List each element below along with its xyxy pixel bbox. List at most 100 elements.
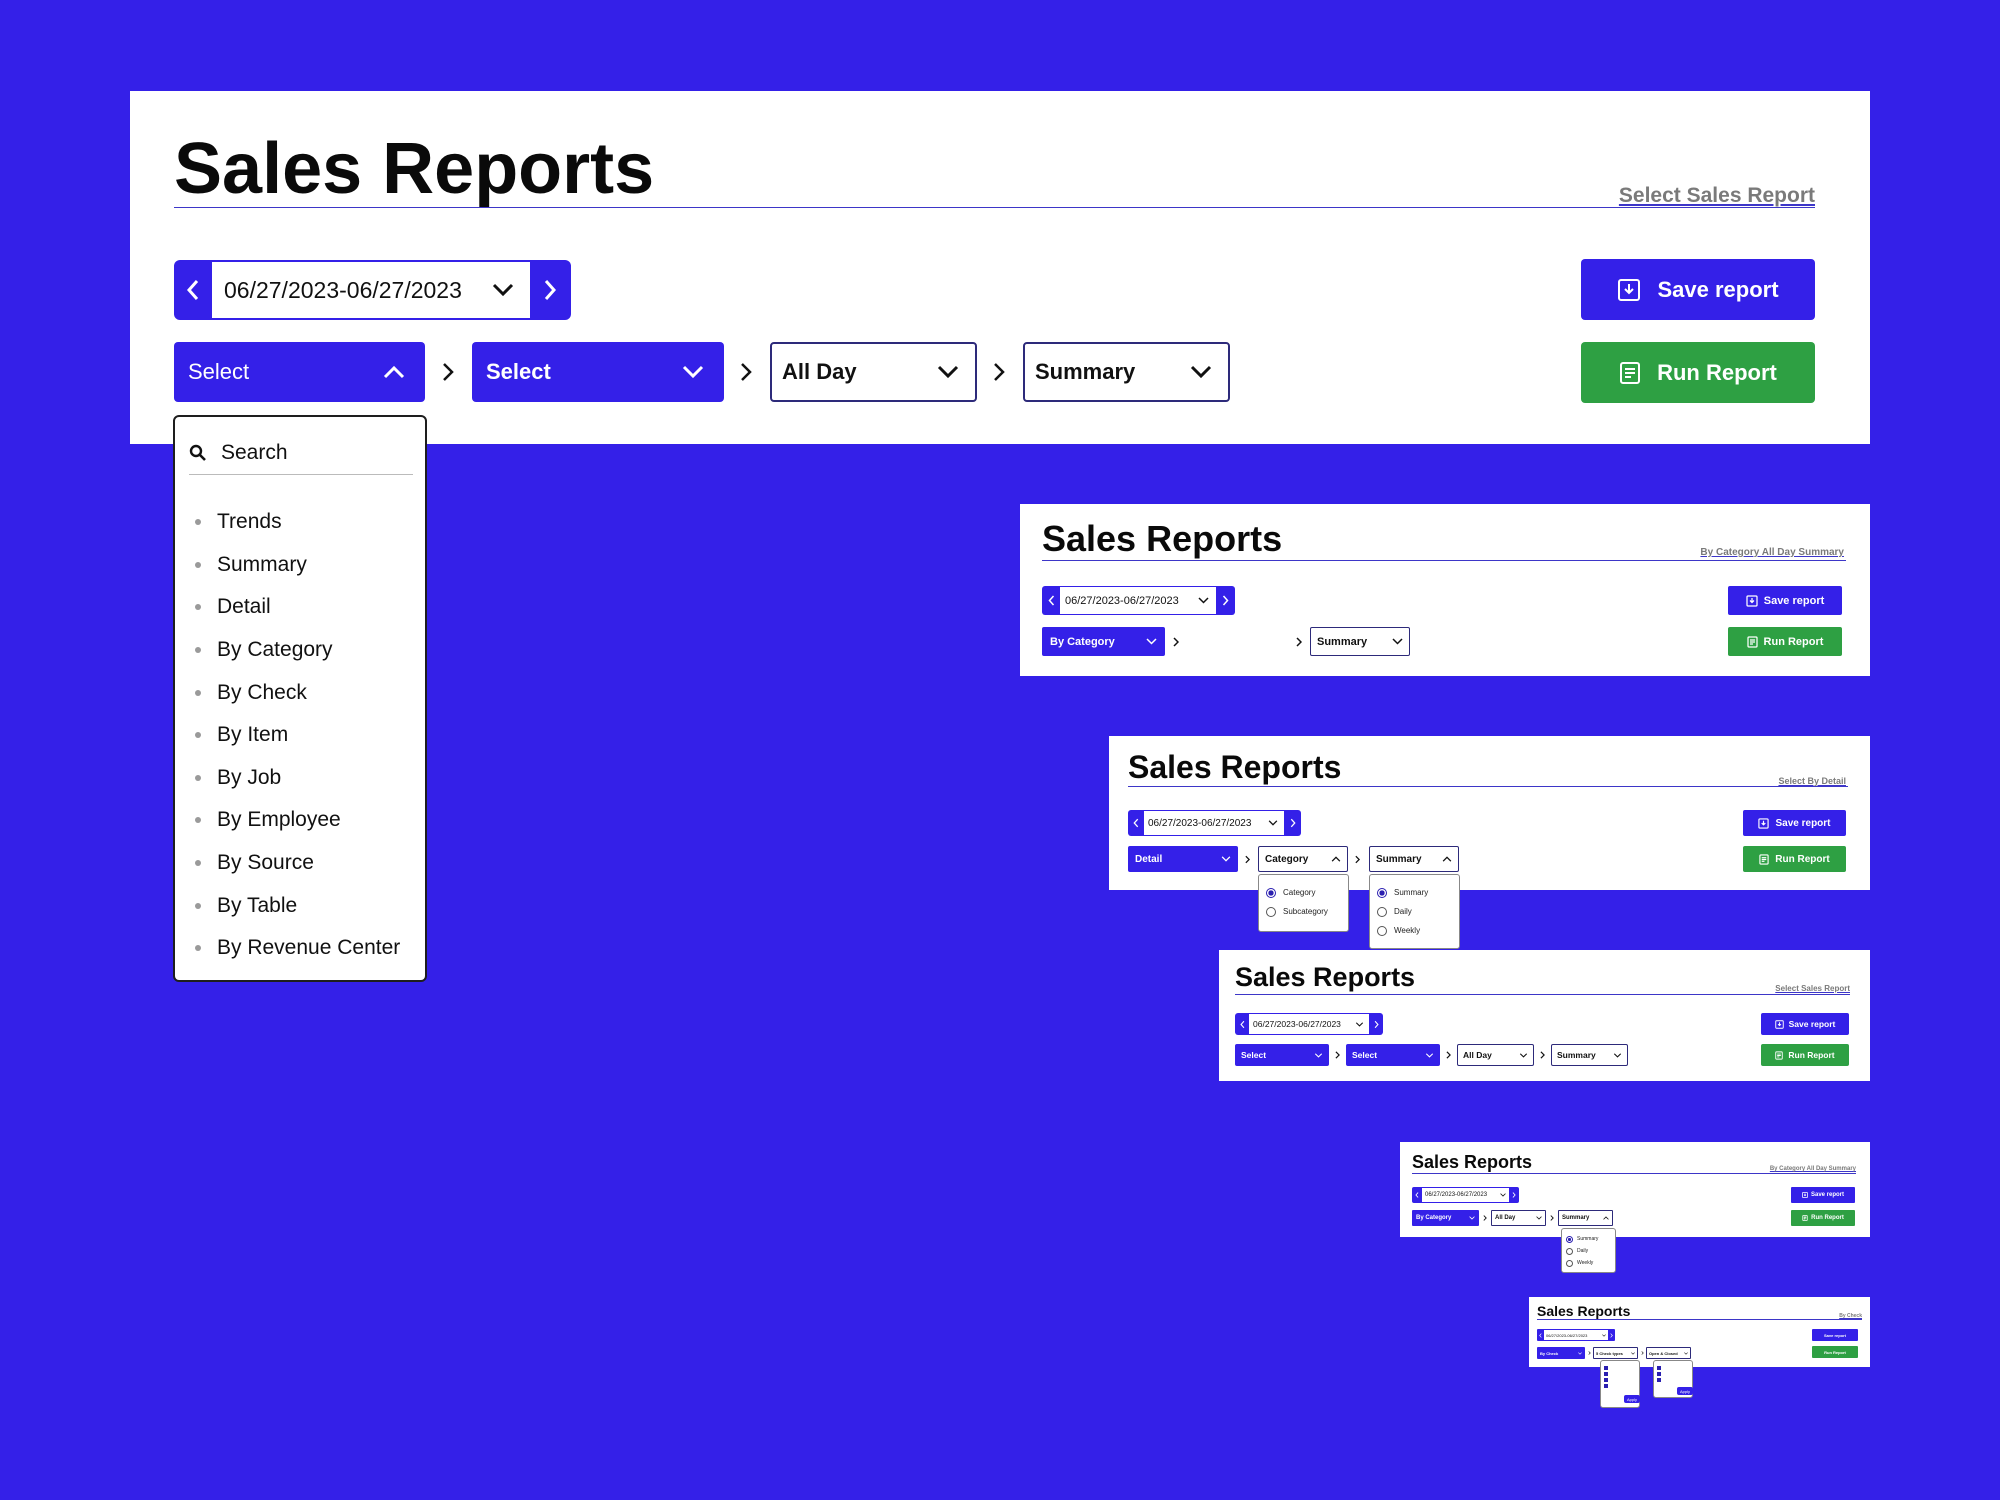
report-type-select[interactable]: Select — [1235, 1044, 1329, 1066]
radio-option[interactable]: Weekly — [1370, 921, 1459, 940]
next-date-button[interactable] — [530, 260, 569, 320]
save-report-button[interactable]: Save report — [1791, 1187, 1855, 1203]
date-range-picker[interactable]: 06/27/2023-06/27/2023 — [1249, 1014, 1369, 1034]
page-title: Sales Reports — [1042, 518, 1283, 559]
run-report-button[interactable]: Run Report — [1581, 342, 1815, 403]
run-report-button[interactable]: Run Report — [1812, 1346, 1858, 1358]
time-period-select[interactable]: All Day — [770, 342, 977, 402]
report-type-select[interactable]: By Category — [1042, 627, 1165, 656]
save-report-button[interactable]: Save report — [1743, 810, 1846, 836]
date-range-navigator: 06/27/2023-06/27/2023 — [1042, 586, 1235, 615]
next-date-button[interactable] — [1369, 1013, 1383, 1035]
report-type-select[interactable]: By Check — [1537, 1347, 1585, 1359]
date-range-picker[interactable]: 06/27/2023-06/27/2023 — [1422, 1188, 1509, 1202]
page-subtitle: Select Sales Report — [1618, 184, 1815, 207]
checkbox-checked-icon — [1604, 1378, 1608, 1382]
report-type-select[interactable]: Select — [174, 342, 425, 402]
list-item[interactable]: By Category — [195, 629, 425, 672]
list-item[interactable]: By Table — [195, 884, 425, 927]
apply-button[interactable]: Apply — [1677, 1387, 1693, 1395]
date-range-picker[interactable]: 06/27/2023-06/27/2023 — [1544, 1330, 1608, 1340]
run-report-button[interactable]: Run Report — [1728, 627, 1842, 656]
report-view-select[interactable]: Summary — [1369, 846, 1459, 872]
download-icon — [1802, 1192, 1808, 1198]
report-subtype-select[interactable]: Select — [1346, 1044, 1440, 1066]
list-item[interactable]: By Employee — [195, 799, 425, 842]
report-type-select[interactable]: By Category — [1412, 1210, 1479, 1226]
time-period-select[interactable]: All Day — [1457, 1044, 1534, 1066]
report-type-value: Select — [188, 359, 250, 384]
check-types-select[interactable]: 5 Check types — [1593, 1347, 1638, 1359]
radio-option[interactable]: Summary — [1562, 1233, 1615, 1245]
report-subtype-value: Select — [486, 359, 551, 384]
title-divider — [1412, 1173, 1856, 1174]
radio-unselected-icon — [1377, 925, 1387, 936]
radio-option[interactable]: Subcategory — [1259, 902, 1348, 921]
save-report-button[interactable]: Save report — [1761, 1013, 1849, 1035]
run-report-label: Run Report — [1824, 1349, 1846, 1355]
next-date-button[interactable] — [1509, 1187, 1519, 1203]
list-item[interactable]: By Revenue Center — [195, 927, 425, 970]
page-subtitle: Select By Detail — [1778, 776, 1846, 786]
date-range-navigator: 06/27/2023-06/27/2023 — [1412, 1187, 1519, 1203]
title-divider — [1235, 994, 1850, 995]
next-date-button[interactable] — [1216, 586, 1235, 615]
list-item[interactable]: Summary — [195, 544, 425, 587]
report-view-select[interactable]: Summary — [1551, 1044, 1628, 1066]
time-period-select[interactable]: All Day — [1491, 1210, 1546, 1226]
run-report-button[interactable]: Run Report — [1791, 1210, 1855, 1226]
radio-option[interactable]: Daily — [1562, 1245, 1615, 1257]
date-range-value: 06/27/2023-06/27/2023 — [1253, 1019, 1341, 1029]
chevron-down-icon — [1190, 365, 1212, 379]
search-input[interactable]: Search — [221, 441, 288, 465]
list-item[interactable]: Detail — [195, 586, 425, 629]
report-view-select[interactable]: Summary — [1558, 1210, 1613, 1226]
bullet-icon — [195, 689, 201, 696]
report-view-select[interactable]: Summary — [1310, 627, 1410, 656]
run-report-button[interactable]: Run Report — [1743, 846, 1846, 872]
checkbox-option[interactable] — [1657, 1377, 1689, 1383]
date-range-picker[interactable]: 06/27/2023-06/27/2023 — [212, 262, 530, 318]
list-item[interactable]: By Job — [195, 757, 425, 800]
report-list-icon — [1759, 853, 1769, 865]
report-list-icon — [1620, 361, 1641, 384]
download-icon — [1618, 278, 1641, 301]
date-range-picker[interactable]: 06/27/2023-06/27/2023 — [1060, 587, 1216, 614]
prev-date-button[interactable] — [1235, 1013, 1249, 1035]
prev-date-button[interactable] — [1042, 586, 1060, 615]
save-report-button[interactable]: Save report — [1812, 1329, 1858, 1341]
next-date-button[interactable] — [1284, 810, 1301, 836]
title-divider — [174, 207, 1815, 208]
prev-date-button[interactable] — [1412, 1187, 1422, 1203]
radio-option[interactable]: Summary — [1370, 883, 1459, 902]
save-report-button[interactable]: Save report — [1728, 586, 1842, 615]
prev-date-button[interactable] — [1537, 1329, 1544, 1341]
date-range-picker[interactable]: 06/27/2023-06/27/2023 — [1144, 811, 1284, 835]
list-item[interactable]: Trends — [195, 501, 425, 544]
date-range-navigator: 06/27/2023-06/27/2023 — [1537, 1329, 1615, 1341]
next-date-button[interactable] — [1608, 1329, 1615, 1341]
run-report-button[interactable]: Run Report — [1761, 1044, 1849, 1066]
dropdown-search[interactable]: Search — [189, 435, 413, 475]
option-label: Summary — [1394, 888, 1429, 897]
radio-option[interactable]: Category — [1259, 883, 1348, 902]
report-type-select[interactable]: Detail — [1128, 846, 1238, 872]
list-item-label: By Job — [217, 765, 282, 789]
checkbox-option[interactable] — [1604, 1383, 1636, 1389]
report-view-select[interactable]: Summary — [1023, 342, 1230, 402]
report-subtype-select[interactable]: Select — [472, 342, 724, 402]
radio-option[interactable]: Daily — [1370, 902, 1459, 921]
checkbox-checked-icon — [1604, 1366, 1608, 1370]
radio-option[interactable]: Weekly — [1562, 1257, 1615, 1269]
prev-date-button[interactable] — [174, 260, 212, 320]
save-report-button[interactable]: Save report — [1581, 259, 1815, 320]
prev-date-button[interactable] — [1128, 810, 1144, 836]
check-status-select[interactable]: Open & Closed — [1646, 1347, 1691, 1359]
category-select[interactable]: Category — [1258, 846, 1348, 872]
report-list-icon — [1775, 1050, 1784, 1060]
chevron-down-icon — [937, 365, 959, 379]
apply-button[interactable]: Apply — [1624, 1395, 1640, 1403]
list-item[interactable]: By Check — [195, 671, 425, 714]
list-item[interactable]: By Item — [195, 714, 425, 757]
list-item[interactable]: By Source — [195, 842, 425, 885]
